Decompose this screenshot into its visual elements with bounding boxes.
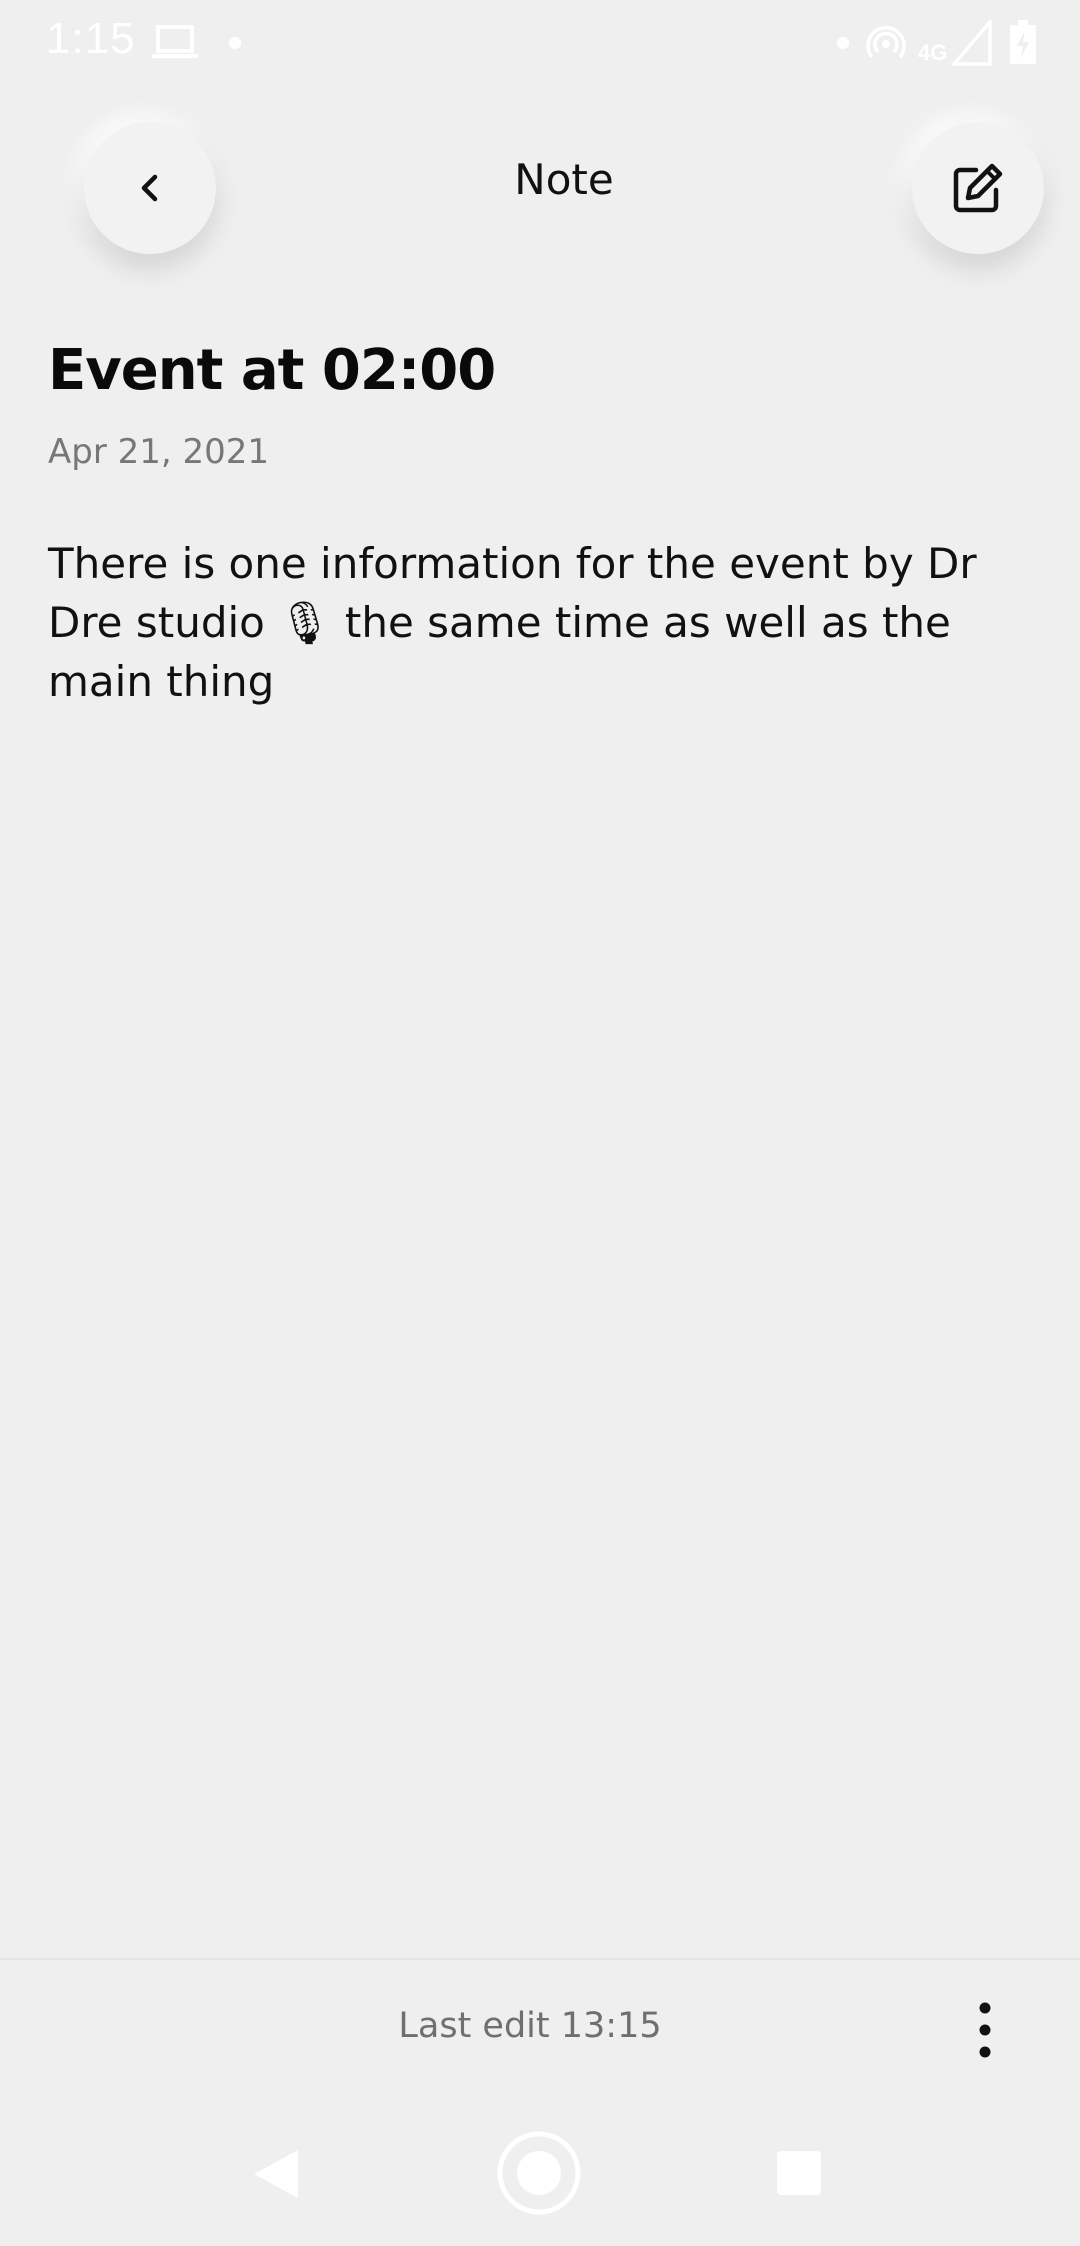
nav-back-icon[interactable] [252, 2148, 300, 2200]
note-screen: 1:15 4G Note Event at 02:00 Apr 21, 2021… [0, 0, 1080, 2246]
status-bar: 1:15 4G [0, 0, 1080, 90]
notification-dot-icon [837, 37, 849, 49]
divider [0, 1958, 1080, 1960]
signal-icon [952, 20, 992, 66]
status-time: 1:15 [46, 14, 136, 63]
note-body: There is one information for the event b… [48, 539, 977, 706]
nav-recents-icon[interactable] [776, 2150, 822, 2196]
battery-charging-icon [1010, 20, 1036, 64]
notification-dot-icon [229, 37, 241, 49]
hotspot-icon [866, 26, 906, 59]
edit-note-button[interactable] [912, 122, 1044, 254]
note-date: Apr 21, 2021 [48, 432, 270, 472]
last-edit-label: Last edit 13:15 [398, 2006, 662, 2046]
edit-icon [953, 163, 1003, 213]
laptop-icon [152, 25, 198, 58]
more-vertical-icon[interactable] [960, 1998, 1010, 2062]
nav-home-icon[interactable] [496, 2130, 582, 2216]
note-title: Event at 02:00 [48, 338, 496, 403]
network-type-label: 4G [918, 40, 948, 65]
